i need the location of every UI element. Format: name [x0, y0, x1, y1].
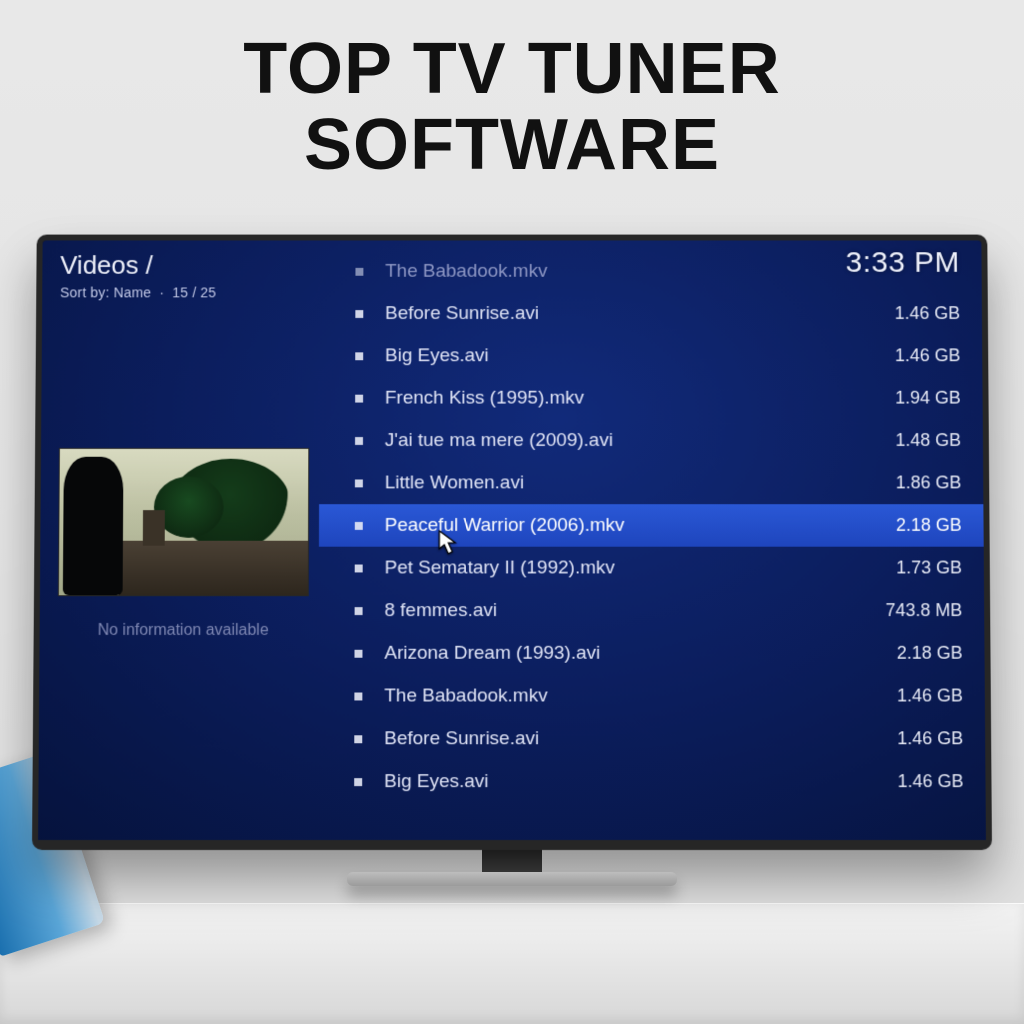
file-name: Before Sunrise.avi — [384, 728, 897, 750]
file-name: Big Eyes.avi — [384, 771, 897, 793]
no-information-label: No information available — [58, 622, 309, 640]
file-icon — [355, 564, 363, 572]
file-size: 1.46 GB — [897, 771, 963, 792]
file-name: Peaceful Warrior (2006).mkv — [385, 515, 896, 537]
file-size: 2.18 GB — [897, 643, 963, 664]
file-icon — [355, 352, 363, 360]
file-icon — [355, 267, 363, 275]
file-name: Before Sunrise.avi — [385, 303, 895, 325]
headline-line2: SOFTWARE — [0, 108, 1024, 184]
list-item[interactable]: French Kiss (1995).mkv1.94 GB — [319, 377, 982, 419]
shelf — [0, 904, 1024, 1024]
sort-line[interactable]: Sort by: Name · 15 / 25 — [60, 285, 320, 301]
file-size: 1.73 GB — [896, 558, 962, 579]
file-icon — [355, 437, 363, 445]
headline-line1: TOP TV TUNER — [0, 32, 1024, 108]
list-item[interactable]: Peaceful Warrior (2006).mkv2.18 GB — [319, 504, 984, 547]
file-icon — [354, 778, 362, 786]
file-size: 1.86 GB — [896, 473, 962, 494]
sort-sep: · — [159, 285, 164, 301]
file-size: 743.8 MB — [885, 600, 962, 621]
file-name: J'ai tue ma mere (2009).avi — [385, 430, 896, 452]
list-item[interactable]: Big Eyes.avi1.46 GB — [318, 760, 985, 803]
file-size: 1.46 GB — [897, 728, 963, 749]
list-item[interactable]: The Babadook.mkv1.46 GB — [318, 675, 985, 718]
file-size: 1.94 GB — [895, 388, 961, 409]
file-name: The Babadook.mkv — [384, 685, 897, 707]
sort-label: Sort by: Name — [60, 285, 151, 301]
list-item[interactable]: J'ai tue ma mere (2009).avi1.48 GB — [319, 419, 983, 461]
list-item[interactable]: Before Sunrise.avi1.46 GB — [318, 717, 985, 760]
file-icon — [354, 735, 362, 743]
file-icon — [354, 692, 362, 700]
file-icon — [354, 649, 362, 657]
file-list[interactable]: The Babadook.mkvBefore Sunrise.avi1.46 G… — [318, 250, 985, 803]
file-size: 1.48 GB — [895, 430, 961, 451]
list-item[interactable]: Pet Sematary II (1992).mkv1.73 GB — [319, 547, 984, 590]
file-icon — [355, 479, 363, 487]
video-preview — [58, 448, 309, 596]
tv-neck — [482, 846, 542, 874]
file-icon — [355, 310, 363, 318]
list-item[interactable]: Big Eyes.avi1.46 GB — [319, 335, 982, 377]
tv-stand — [347, 872, 677, 886]
file-name: Little Women.avi — [385, 472, 896, 494]
list-item[interactable]: Little Women.avi1.86 GB — [319, 462, 983, 504]
file-icon — [355, 394, 363, 402]
file-name: The Babadook.mkv — [385, 261, 960, 283]
file-name: Big Eyes.avi — [385, 345, 895, 367]
list-item[interactable]: 8 femmes.avi743.8 MB — [319, 589, 985, 632]
page-headline: TOP TV TUNER SOFTWARE — [0, 0, 1024, 183]
file-name: French Kiss (1995).mkv — [385, 387, 895, 409]
list-item[interactable]: Arizona Dream (1993).avi2.18 GB — [319, 632, 985, 675]
breadcrumb[interactable]: Videos / — [60, 250, 320, 280]
list-position: 15 / 25 — [172, 285, 216, 301]
file-size: 2.18 GB — [896, 515, 962, 536]
file-name: 8 femmes.avi — [384, 600, 885, 622]
file-icon — [355, 521, 363, 529]
file-icon — [355, 607, 363, 615]
sidebar: Videos / Sort by: Name · 15 / 25 No info… — [38, 240, 320, 840]
file-list-panel: 3:33 PM The Babadook.mkvBefore Sunrise.a… — [318, 240, 986, 840]
file-name: Arizona Dream (1993).avi — [384, 642, 896, 664]
media-center-screen: Videos / Sort by: Name · 15 / 25 No info… — [38, 240, 986, 840]
tv-frame: Videos / Sort by: Name · 15 / 25 No info… — [32, 235, 992, 850]
list-item[interactable]: Before Sunrise.avi1.46 GB — [320, 292, 982, 334]
file-size: 1.46 GB — [897, 686, 963, 707]
file-size: 1.46 GB — [895, 345, 961, 366]
file-size: 1.46 GB — [895, 303, 961, 324]
file-name: Pet Sematary II (1992).mkv — [385, 557, 897, 579]
list-item[interactable]: The Babadook.mkv — [320, 250, 982, 292]
tv: Videos / Sort by: Name · 15 / 25 No info… — [32, 228, 992, 888]
